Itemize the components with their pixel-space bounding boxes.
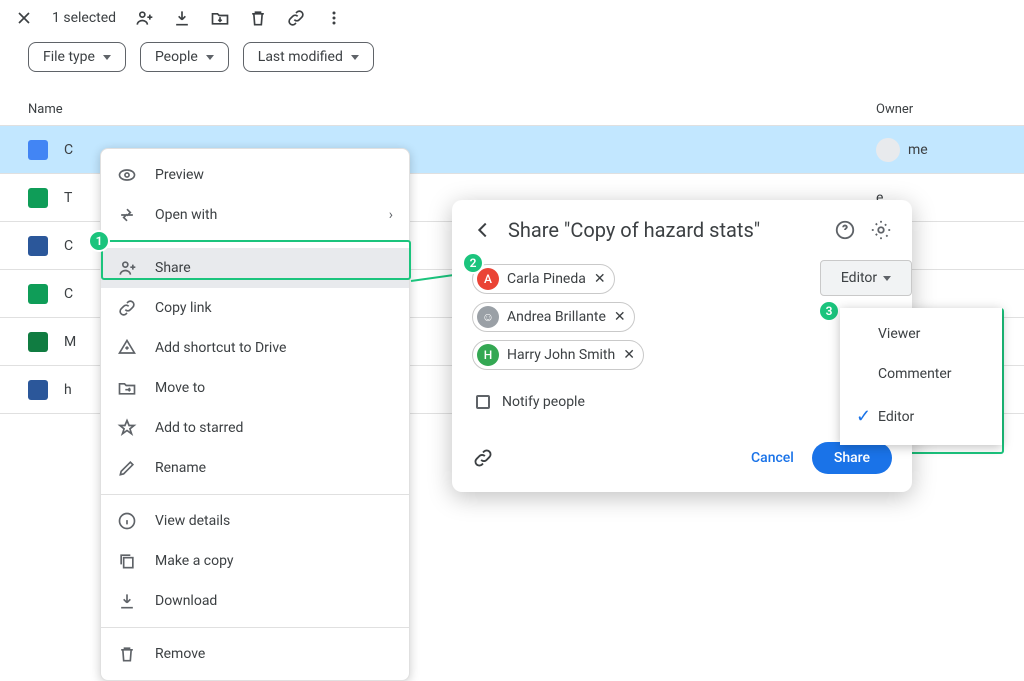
copy-link-button[interactable] — [472, 447, 494, 469]
filter-lastmodified[interactable]: Last modified — [243, 42, 374, 72]
menu-remove[interactable]: Remove — [101, 634, 409, 674]
chevron-down-icon — [883, 276, 891, 281]
annotation-marker: 3 — [818, 300, 840, 322]
word-file-icon — [28, 380, 48, 400]
check-icon: ✓ — [856, 406, 878, 427]
close-selection-button[interactable] — [14, 8, 34, 28]
role-dropdown-trigger[interactable]: Editor — [820, 260, 912, 296]
person-chip[interactable]: ☺Andrea Brillante✕ — [472, 302, 635, 332]
menu-rename[interactable]: Rename — [101, 448, 409, 488]
person-chip[interactable]: HHarry John Smith✕ — [472, 340, 644, 370]
avatar — [876, 138, 900, 162]
download-icon[interactable] — [172, 8, 192, 28]
excel-file-icon — [28, 332, 48, 352]
filter-lastmodified-label: Last modified — [258, 49, 343, 65]
docs-file-icon — [28, 140, 48, 160]
filter-people-label: People — [155, 49, 198, 65]
link-icon[interactable] — [286, 8, 306, 28]
trash-icon[interactable] — [248, 8, 268, 28]
sheets-file-icon — [28, 284, 48, 304]
menu-share[interactable]: Share — [101, 248, 409, 288]
share-people-icon[interactable] — [134, 8, 154, 28]
menu-copy-link[interactable]: Copy link — [101, 288, 409, 328]
menu-move-to[interactable]: Move to — [101, 368, 409, 408]
selection-count: 1 selected — [52, 10, 116, 26]
menu-preview[interactable]: Preview — [101, 155, 409, 195]
help-icon[interactable] — [834, 219, 856, 241]
more-icon[interactable] — [324, 8, 344, 28]
notify-label: Notify people — [502, 394, 585, 410]
chevron-down-icon — [351, 55, 359, 60]
sheets-file-icon — [28, 188, 48, 208]
file-name: C — [64, 142, 73, 158]
menu-view-details[interactable]: View details — [101, 501, 409, 541]
role-option-commenter[interactable]: Commenter — [840, 354, 1002, 394]
role-option-viewer[interactable]: Viewer — [840, 314, 1002, 354]
filter-people[interactable]: People — [140, 42, 229, 72]
owner-cell: me — [876, 138, 996, 162]
menu-add-shortcut[interactable]: Add shortcut to Drive — [101, 328, 409, 368]
remove-chip-button[interactable]: ✕ — [623, 347, 635, 363]
avatar: ☺ — [477, 306, 499, 328]
avatar: A — [477, 268, 499, 290]
back-arrow-button[interactable] — [472, 219, 494, 241]
menu-make-copy[interactable]: Make a copy — [101, 541, 409, 581]
filter-filetype-label: File type — [43, 49, 95, 65]
annotation-marker: 1 — [88, 230, 110, 252]
settings-icon[interactable] — [870, 219, 892, 241]
move-folder-icon[interactable] — [210, 8, 230, 28]
filter-filetype[interactable]: File type — [28, 42, 126, 72]
chevron-right-icon: › — [389, 207, 393, 223]
menu-add-starred[interactable]: Add to starred — [101, 408, 409, 448]
word-file-icon — [28, 236, 48, 256]
person-chip[interactable]: ACarla Pineda✕ — [472, 264, 615, 294]
annotation-marker: 2 — [462, 252, 484, 274]
role-option-editor[interactable]: ✓Editor — [840, 394, 1002, 439]
context-menu: Preview Open with› Share Copy link Add s… — [100, 148, 410, 681]
menu-open-with[interactable]: Open with› — [101, 195, 409, 235]
remove-chip-button[interactable]: ✕ — [594, 271, 606, 287]
chevron-down-icon — [103, 55, 111, 60]
chevron-down-icon — [206, 55, 214, 60]
share-button[interactable]: Share — [812, 442, 892, 474]
remove-chip-button[interactable]: ✕ — [614, 309, 626, 325]
role-dropdown: Viewer Commenter ✓Editor — [840, 308, 1002, 445]
column-name[interactable]: Name — [28, 102, 876, 117]
menu-download[interactable]: Download — [101, 581, 409, 621]
dialog-title: Share "Copy of hazard stats" — [508, 218, 820, 242]
avatar: H — [477, 344, 499, 366]
column-owner[interactable]: Owner — [876, 102, 996, 117]
cancel-button[interactable]: Cancel — [739, 442, 806, 474]
notify-checkbox[interactable] — [476, 395, 490, 409]
